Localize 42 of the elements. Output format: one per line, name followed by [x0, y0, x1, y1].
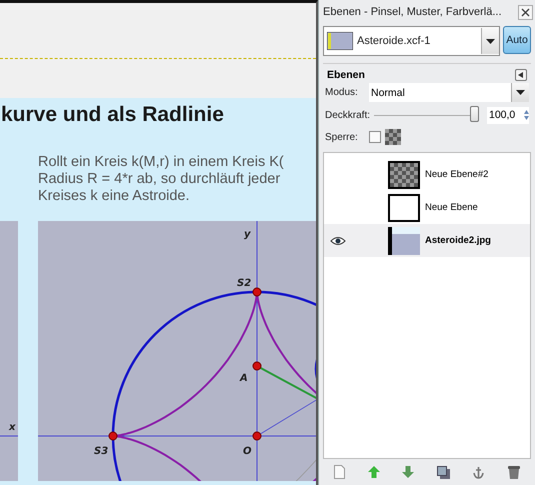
lower-layer-icon[interactable] — [400, 464, 416, 480]
trash-icon[interactable] — [506, 463, 522, 481]
layer-name: Neue Ebene#2 — [425, 169, 488, 180]
spin-arrows-icon[interactable] — [524, 109, 529, 121]
close-button[interactable] — [518, 4, 533, 20]
triangle-left-icon — [518, 72, 524, 78]
opacity-field[interactable]: 100,0 — [487, 106, 529, 124]
dropdown-button[interactable] — [511, 83, 529, 102]
new-layer-icon[interactable] — [332, 463, 348, 481]
lock-checkbox[interactable] — [369, 131, 381, 143]
mode-dropdown[interactable]: Normal — [369, 83, 529, 102]
layer-row[interactable]: Neue Ebene#2 — [324, 158, 530, 191]
mode-label: Modus: — [325, 87, 359, 98]
layer-name: Neue Ebene — [425, 202, 478, 213]
lock-label: Sperre: — [325, 132, 359, 142]
point-label: S2 — [237, 278, 252, 289]
menu-button[interactable] — [515, 69, 527, 81]
raise-layer-icon[interactable] — [366, 464, 382, 480]
image-dropdown[interactable]: Asteroide.xcf-1 — [323, 26, 500, 56]
panel-title: Ebenen - Pinsel, Muster, Farbverlä... — [323, 6, 502, 18]
axis-label: y — [244, 229, 251, 240]
layer-row[interactable]: Neue Ebene — [324, 191, 530, 224]
section-title: Ebenen — [327, 69, 365, 81]
auto-button[interactable]: Auto — [503, 26, 531, 54]
slider-thumb[interactable] — [470, 106, 479, 122]
duplicate-layer-icon[interactable] — [434, 464, 452, 480]
caret-icon — [486, 38, 495, 44]
axis-label: x — [9, 422, 16, 433]
paragraph: Rollt ein Kreis k(M,r) in einem Kreis K( Radius R = 4*r ab, so durchläuft jeder Kreises k eine Astroide. — [38, 154, 285, 205]
layer-name: Asteroide2.jpg — [425, 235, 491, 246]
point-label: A — [240, 373, 248, 384]
close-icon — [521, 8, 530, 16]
lock-alpha-icon[interactable] — [385, 129, 401, 145]
image-thumbnail-icon — [327, 32, 353, 50]
caret-icon — [516, 90, 525, 95]
opacity-label: Deckkraft: — [325, 110, 370, 120]
layer-row[interactable]: Asteroide2.jpg — [324, 224, 530, 257]
dropdown-button[interactable] — [481, 28, 499, 54]
eye-icon[interactable] — [330, 236, 346, 246]
point-label: S3 — [94, 446, 108, 457]
point-label: O — [243, 446, 252, 457]
heading: kurve und als Radlinie — [1, 103, 224, 127]
